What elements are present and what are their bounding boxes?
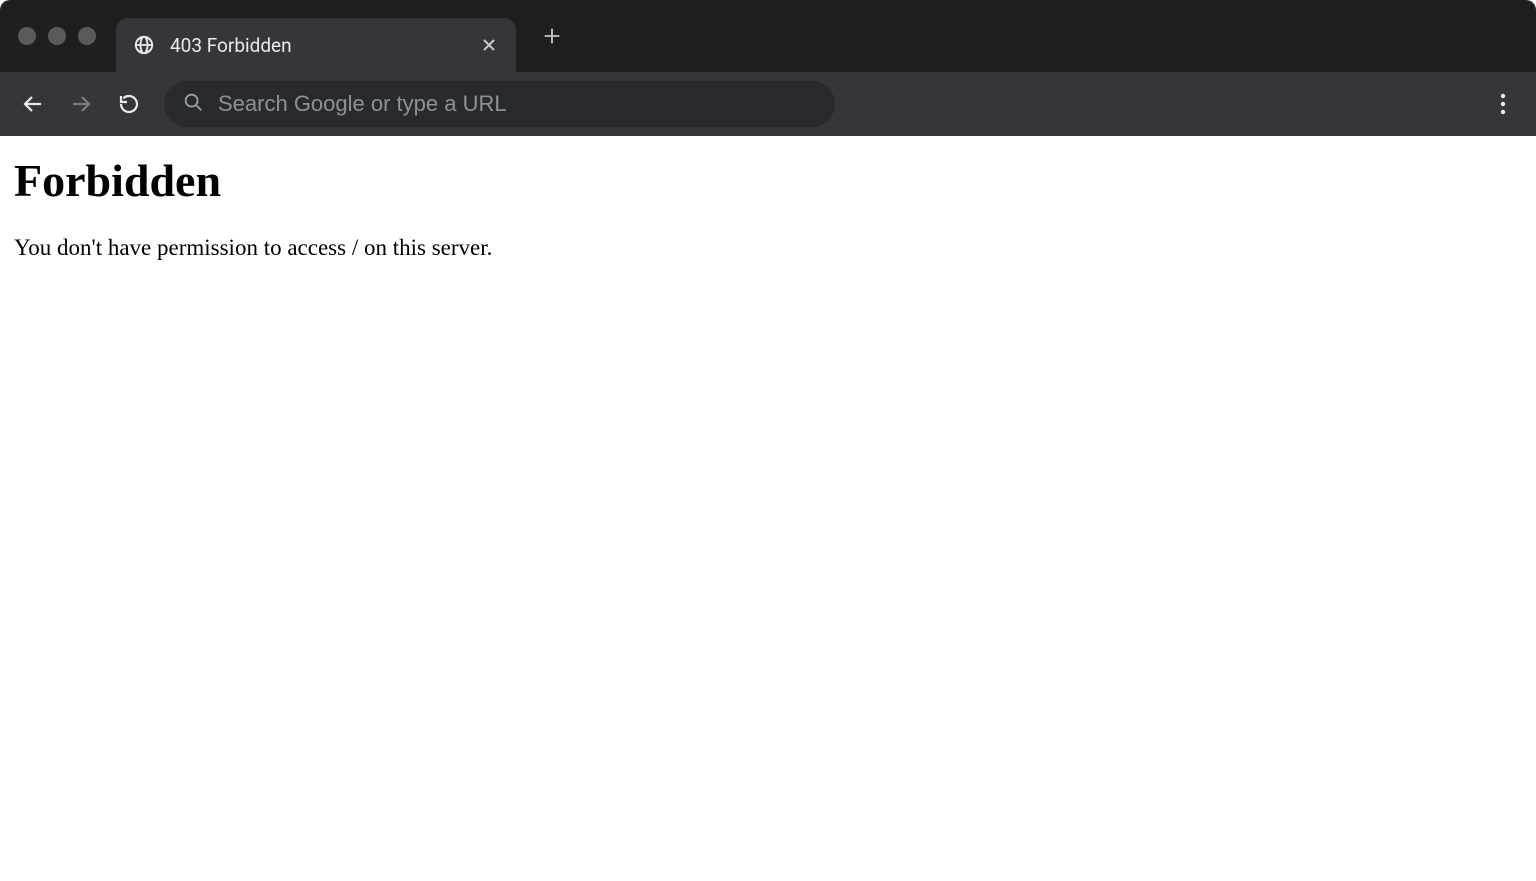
error-message: You don't have permission to access / on…: [14, 235, 1522, 261]
tab-title: 403 Forbidden: [170, 34, 466, 57]
titlebar: 403 Forbidden: [0, 0, 1536, 72]
address-input[interactable]: [218, 91, 817, 117]
address-bar[interactable]: [164, 81, 835, 127]
browser-window: 403 Forbidden: [0, 0, 1536, 881]
window-minimize-button[interactable]: [48, 27, 66, 45]
forward-button[interactable]: [60, 83, 102, 125]
new-tab-button[interactable]: [530, 14, 574, 58]
toolbar: [0, 72, 1536, 136]
error-heading: Forbidden: [14, 154, 1522, 207]
back-button[interactable]: [12, 83, 54, 125]
globe-icon: [132, 33, 156, 57]
window-controls: [18, 0, 116, 72]
window-maximize-button[interactable]: [78, 27, 96, 45]
page-content: Forbidden You don't have permission to a…: [0, 136, 1536, 881]
window-close-button[interactable]: [18, 27, 36, 45]
search-icon: [182, 91, 204, 117]
tab-strip: 403 Forbidden: [116, 0, 574, 72]
browser-menu-button[interactable]: [1482, 83, 1524, 125]
reload-button[interactable]: [108, 83, 150, 125]
browser-tab[interactable]: 403 Forbidden: [116, 18, 516, 72]
tab-close-button[interactable]: [480, 36, 498, 54]
